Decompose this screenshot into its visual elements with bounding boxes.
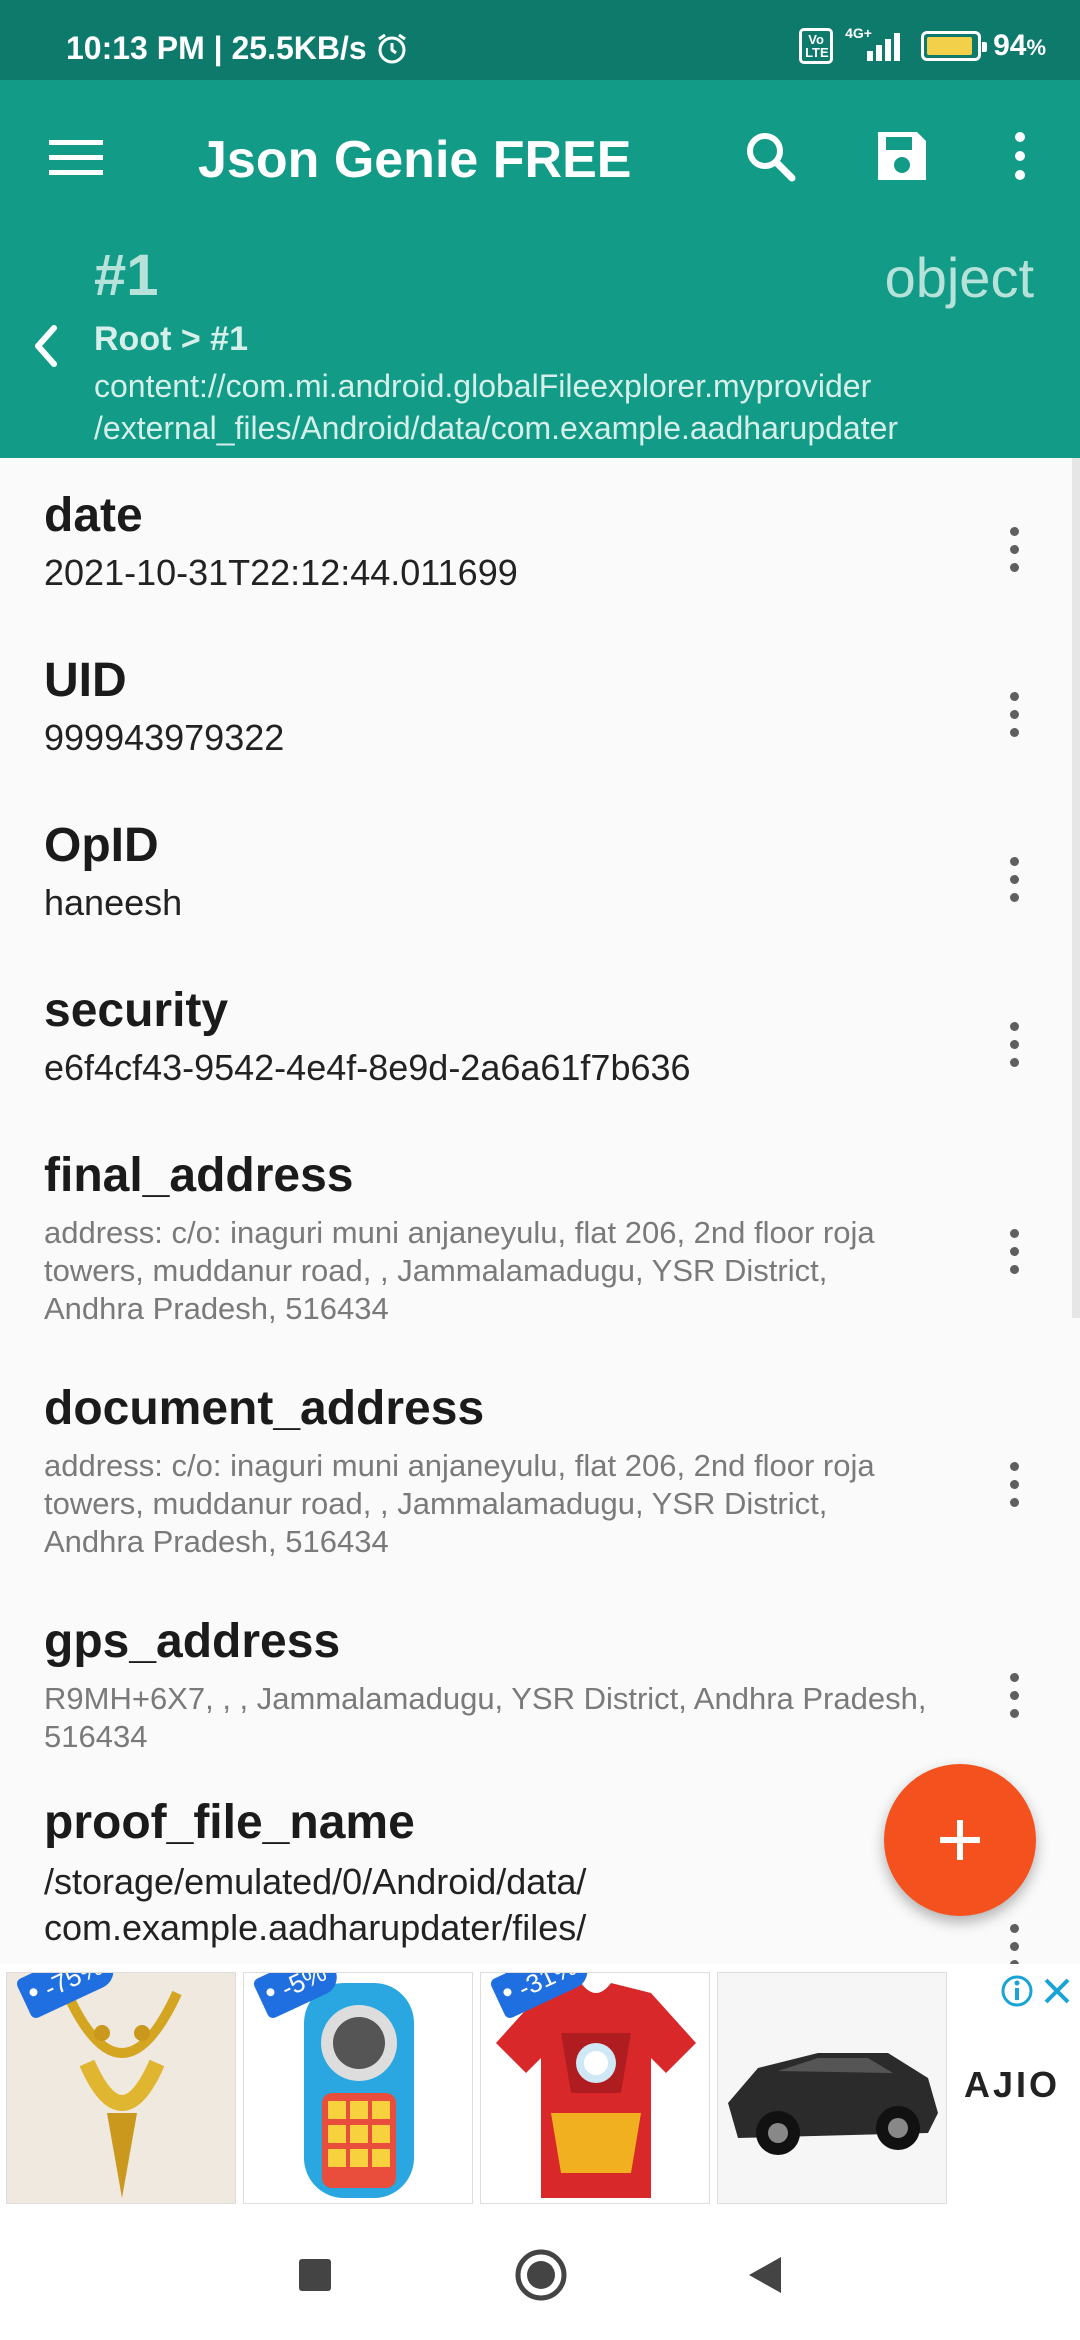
entry-more-icon[interactable] [994,844,1034,914]
search-icon[interactable] [730,116,810,196]
ad-banner[interactable]: -75% -5% -31% AJIO [0,1964,1080,2210]
entry-key: security [44,984,229,1037]
entry-key: OpID [44,819,159,872]
add-icon [940,1820,980,1860]
list-item[interactable]: document_address address: c/o: inaguri m… [0,1353,1080,1588]
status-left: 10:13 PM | 25.5KB/s [66,30,409,67]
breadcrumb[interactable]: Root > #1 [94,320,248,359]
signal-icon: 4G+ [845,25,909,63]
file-path-line-1: content://com.mi.android.globalFileexplo… [94,368,872,404]
home-icon[interactable] [506,2240,576,2310]
entry-more-icon[interactable] [994,1660,1034,1730]
file-path-line-2: /external_files/Android/data/com.example… [94,410,899,446]
list-item[interactable]: gps_address R9MH+6X7, , , Jammalamadugu,… [0,1588,1080,1783]
entry-value-line: Andhra Pradesh, 516434 [44,1291,389,1326]
entry-more-icon[interactable] [994,1009,1034,1079]
entry-value-line: Andhra Pradesh, 516434 [44,1524,389,1559]
node-index: #1 [94,243,159,308]
back-nav-icon[interactable] [730,2240,800,2310]
ad-brand[interactable]: AJIO [964,2064,1060,2106]
entry-more-icon[interactable] [994,1216,1034,1286]
entry-key: proof_file_name [44,1796,415,1849]
ad-tile-necklace[interactable]: -75% [6,1972,236,2204]
status-right: Vo LTE 4G+ 94% [799,25,1046,64]
battery-suffix: % [1026,35,1046,60]
recents-icon[interactable] [280,2240,350,2310]
entry-value-line: com.example.aadharupdater/files/ [44,1907,587,1948]
entry-value-line: 516434 [44,1719,148,1754]
ad-tile-tshirt[interactable]: -31% [480,1972,710,2204]
save-icon[interactable] [862,116,942,196]
app-title: Json Genie FREE [198,131,632,189]
node-type: object [884,246,1034,309]
volte-badge: Vo LTE [799,28,834,64]
ad-close-icon[interactable] [1040,1974,1074,2008]
list-item[interactable]: final_address address: c/o: inaguri muni… [0,1118,1080,1353]
entry-value: e6f4cf43-9542-4e4f-8e9d-2a6a61f7b636 [44,1047,691,1088]
entry-value: address: c/o: inaguri muni anjaneyulu, f… [44,1447,964,1561]
entry-value: /storage/emulated/0/Android/data/ com.ex… [44,1859,586,1951]
battery-icon [921,31,988,61]
entry-key: UID [44,654,127,707]
entry-key: gps_address [44,1615,341,1668]
entry-value-line: address: c/o: inaguri muni anjaneyulu, f… [44,1215,875,1250]
scrollbar[interactable] [1072,458,1080,1318]
entry-value-line: R9MH+6X7, , , Jammalamadugu, YSR Distric… [44,1681,927,1716]
entry-key: date [44,489,143,542]
file-path: content://com.mi.android.globalFileexplo… [94,365,898,449]
entry-more-icon[interactable] [994,1911,1034,1964]
menu-icon[interactable] [36,118,116,198]
ad-tile-toy-phone[interactable]: -5% [243,1972,473,2204]
ad-tile-toy-car[interactable] [717,1972,947,2204]
back-icon[interactable] [22,316,72,376]
status-bar: 10:13 PM | 25.5KB/s Vo LTE 4G+ 94% [0,0,1080,80]
entry-value-line: /storage/emulated/0/Android/data/ [44,1861,587,1902]
entry-value-line: address: c/o: inaguri muni anjaneyulu, f… [44,1448,875,1483]
entry-key: document_address [44,1382,485,1435]
entry-value: 2021-10-31T22:12:44.011699 [44,552,518,593]
alarm-icon [377,33,406,63]
list-item[interactable]: OpID haneesh [0,788,1080,953]
battery-value: 94 [993,29,1027,62]
entry-more-icon[interactable] [994,1449,1034,1519]
app-bar: Json Genie FREE #1 object Root > #1 cont… [0,80,1080,458]
system-nav-bar [0,2210,1080,2340]
entry-value: 999943979322 [44,717,285,758]
list-item[interactable]: security e6f4cf43-9542-4e4f-8e9d-2a6a61f… [0,953,1080,1118]
entry-value: address: c/o: inaguri muni anjaneyulu, f… [44,1214,964,1328]
entry-value-line: towers, muddanur road, , Jammalamadugu, … [44,1486,828,1521]
entry-more-icon[interactable] [994,514,1034,584]
entry-value: haneesh [44,882,183,923]
toy-car-image [728,2053,938,2155]
entry-list[interactable]: date 2021-10-31T22:12:44.011699 UID 9999… [0,458,1080,1964]
entry-value: R9MH+6X7, , , Jammalamadugu, YSR Distric… [44,1680,964,1756]
entry-key: final_address [44,1149,354,1202]
more-vert-icon[interactable] [980,116,1060,196]
entry-value-line: towers, muddanur road, , Jammalamadugu, … [44,1253,828,1288]
list-item[interactable]: UID 999943979322 [0,623,1080,788]
status-time-speed: 10:13 PM | 25.5KB/s [66,30,367,66]
add-button[interactable] [884,1764,1036,1916]
ad-info-icon[interactable] [1000,1974,1034,2008]
list-item[interactable]: date 2021-10-31T22:12:44.011699 [0,458,1080,623]
battery-percent: 94% [993,29,1046,63]
entry-more-icon[interactable] [994,679,1034,749]
